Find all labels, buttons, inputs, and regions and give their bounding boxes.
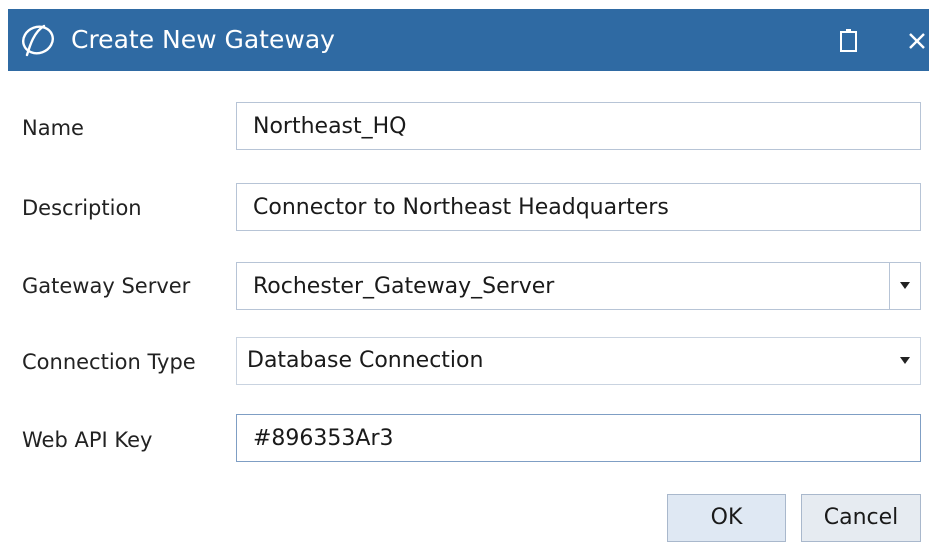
gateway-server-combobox[interactable]: Rochester_Gateway_Server: [236, 262, 921, 310]
close-icon[interactable]: [906, 27, 928, 53]
gateway-server-value: Rochester_Gateway_Server: [253, 274, 555, 299]
name-value: Northeast_HQ: [253, 114, 407, 139]
connection-type-value: Database Connection: [247, 348, 484, 373]
title-bar[interactable]: Create New Gateway: [8, 9, 929, 71]
chevron-down-icon[interactable]: [900, 357, 910, 364]
web-api-key-input[interactable]: #896353Ar3: [236, 414, 921, 462]
restore-icon[interactable]: [837, 26, 861, 54]
dialog-title: Create New Gateway: [71, 25, 335, 54]
ok-button[interactable]: OK: [667, 494, 786, 542]
description-label: Description: [22, 196, 142, 220]
name-label: Name: [22, 116, 84, 140]
name-input[interactable]: Northeast_HQ: [236, 102, 921, 150]
web-api-key-value: #896353Ar3: [253, 426, 394, 451]
gateway-server-label: Gateway Server: [22, 274, 191, 298]
description-value: Connector to Northeast Headquarters: [253, 195, 669, 220]
web-api-key-label: Web API Key: [22, 428, 153, 452]
connection-type-label: Connection Type: [22, 350, 196, 374]
description-input[interactable]: Connector to Northeast Headquarters: [236, 183, 921, 231]
create-gateway-dialog: Create New Gateway Name Northeast_HQ Des…: [0, 0, 929, 556]
chevron-down-icon[interactable]: [900, 282, 910, 289]
app-logo-icon: [22, 24, 54, 57]
cancel-button[interactable]: Cancel: [801, 494, 921, 542]
connection-type-select[interactable]: Database Connection: [236, 337, 921, 385]
combobox-divider: [889, 263, 890, 309]
